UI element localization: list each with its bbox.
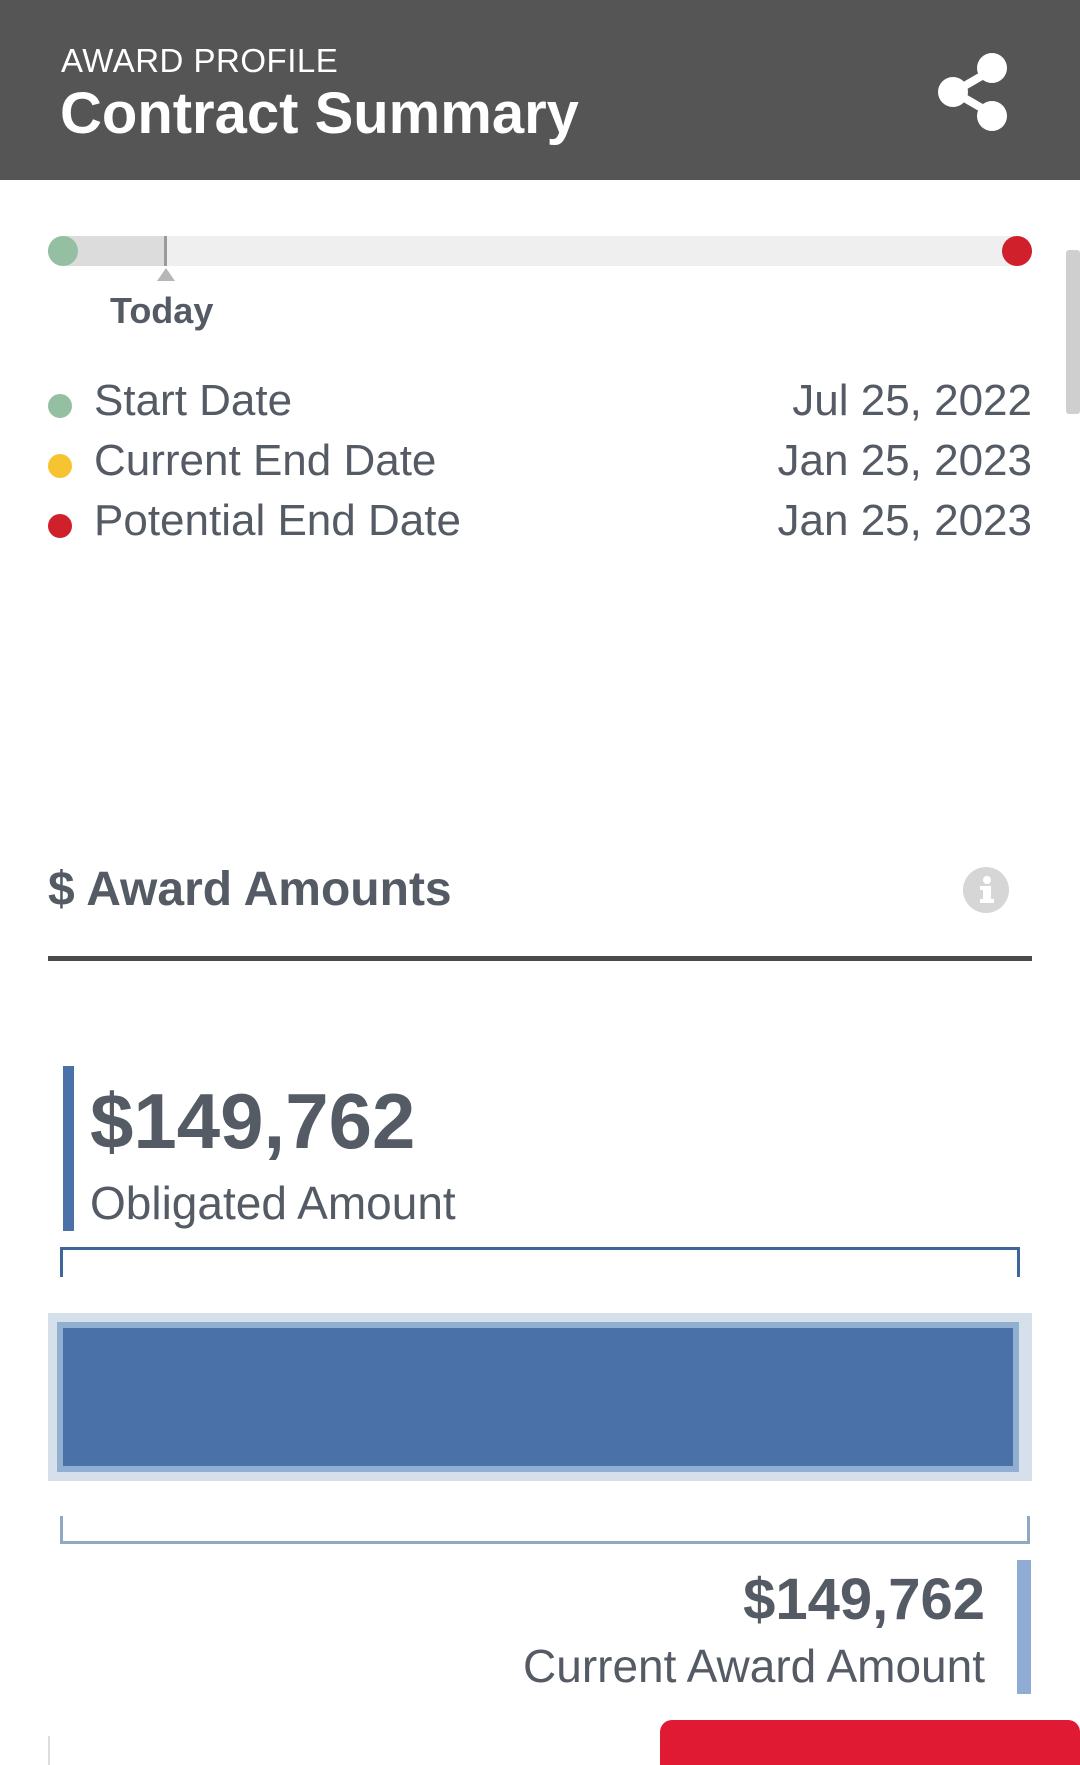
share-icon[interactable] — [936, 50, 1010, 134]
timeline-start-dot — [48, 236, 78, 266]
date-value: Jul 25, 2022 — [792, 376, 1032, 425]
scrollbar[interactable] — [1066, 250, 1080, 414]
date-label: Potential End Date — [94, 496, 461, 545]
potential-end-date-dot — [48, 514, 72, 538]
award-amounts-heading: $ Award Amounts — [48, 863, 452, 916]
timeline-end-dot — [1002, 236, 1032, 266]
today-marker-icon — [157, 268, 176, 281]
date-value: Jan 25, 2023 — [777, 436, 1032, 485]
floating-action-button[interactable] — [660, 1720, 1080, 1765]
date-row-potential-end: Potential End Date Jan 25, 2023 — [48, 496, 1032, 546]
page-header: AWARD PROFILE Contract Summary — [0, 0, 1080, 180]
current-award-amount: $149,762 — [743, 1567, 985, 1632]
date-value: Jan 25, 2023 — [777, 496, 1032, 545]
current-award-legend-bar — [1017, 1560, 1031, 1694]
date-label: Current End Date — [94, 436, 437, 485]
obligated-label: Obligated Amount — [90, 1177, 456, 1229]
obligated-bracket — [60, 1247, 1020, 1277]
obligated-legend-bar — [63, 1066, 74, 1231]
page-title: Contract Summary — [60, 81, 579, 146]
timeline-today-tick — [164, 236, 168, 266]
today-label: Today — [110, 290, 214, 331]
current-end-date-dot — [48, 454, 72, 478]
date-row-current-end: Current End Date Jan 25, 2023 — [48, 436, 1032, 486]
obligated-award-bar — [63, 1328, 1013, 1466]
page-kicker: AWARD PROFILE — [61, 42, 339, 79]
section-divider — [48, 956, 1032, 961]
current-award-bracket — [60, 1516, 1030, 1544]
info-icon[interactable] — [962, 866, 1010, 914]
contract-timeline — [48, 236, 1032, 266]
content-edge — [48, 1736, 50, 1765]
date-row-start: Start Date Jul 25, 2022 — [48, 376, 1032, 426]
obligated-amount: $149,762 — [90, 1077, 416, 1165]
date-label: Start Date — [94, 376, 293, 425]
start-date-dot — [48, 394, 72, 418]
current-award-label: Current Award Amount — [523, 1640, 985, 1692]
